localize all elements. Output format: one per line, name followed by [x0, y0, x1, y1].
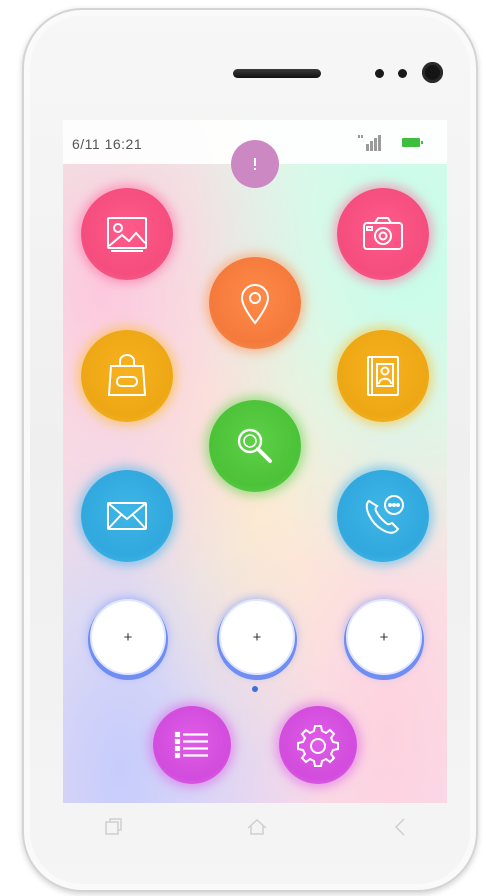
messages-app-button[interactable] — [81, 470, 173, 562]
recent-apps-icon — [105, 818, 122, 835]
proximity-sensor — [375, 69, 384, 78]
maps-app-button[interactable] — [209, 257, 301, 349]
search-icon — [237, 428, 272, 463]
add-shortcut-button-1[interactable]: + — [90, 599, 166, 675]
shop-app-button[interactable] — [81, 330, 173, 422]
pull-down-handle[interactable] — [231, 140, 279, 188]
back-icon — [394, 818, 405, 836]
pull-down-handle-icon — [254, 158, 256, 170]
image-icon — [107, 217, 147, 252]
phone-icon — [365, 495, 404, 534]
list-icon — [174, 731, 208, 759]
recent-apps-key[interactable] — [102, 816, 124, 838]
home-key[interactable] — [244, 816, 270, 838]
light-sensor — [398, 69, 407, 78]
search-app-button[interactable] — [209, 400, 301, 492]
battery-icon — [402, 138, 423, 147]
camera-app-button[interactable] — [337, 188, 429, 280]
add-shortcut-button-3[interactable]: + — [346, 599, 422, 675]
shopping-bag-icon — [107, 354, 147, 396]
location-pin-icon — [240, 284, 270, 325]
mail-icon — [107, 502, 147, 530]
status-time: 6/11 16:21 — [72, 136, 143, 152]
contacts-book-icon — [367, 356, 399, 396]
home-icon — [247, 818, 267, 835]
settings-app-button[interactable] — [279, 706, 357, 784]
add-shortcut-button-2[interactable]: + — [219, 599, 295, 675]
phone-app-button[interactable] — [337, 470, 429, 562]
contacts-app-button[interactable] — [337, 330, 429, 422]
home-screen: 6/11 16:21 + + + — [63, 120, 447, 803]
front-camera — [422, 62, 443, 83]
camera-icon — [363, 217, 403, 250]
app-list-button[interactable] — [153, 706, 231, 784]
signal-icon — [358, 135, 381, 151]
gallery-app-button[interactable] — [81, 188, 173, 280]
gear-icon — [297, 725, 339, 767]
back-key[interactable] — [390, 816, 412, 838]
earpiece-speaker — [233, 69, 321, 78]
page-indicator-dot — [252, 686, 258, 692]
